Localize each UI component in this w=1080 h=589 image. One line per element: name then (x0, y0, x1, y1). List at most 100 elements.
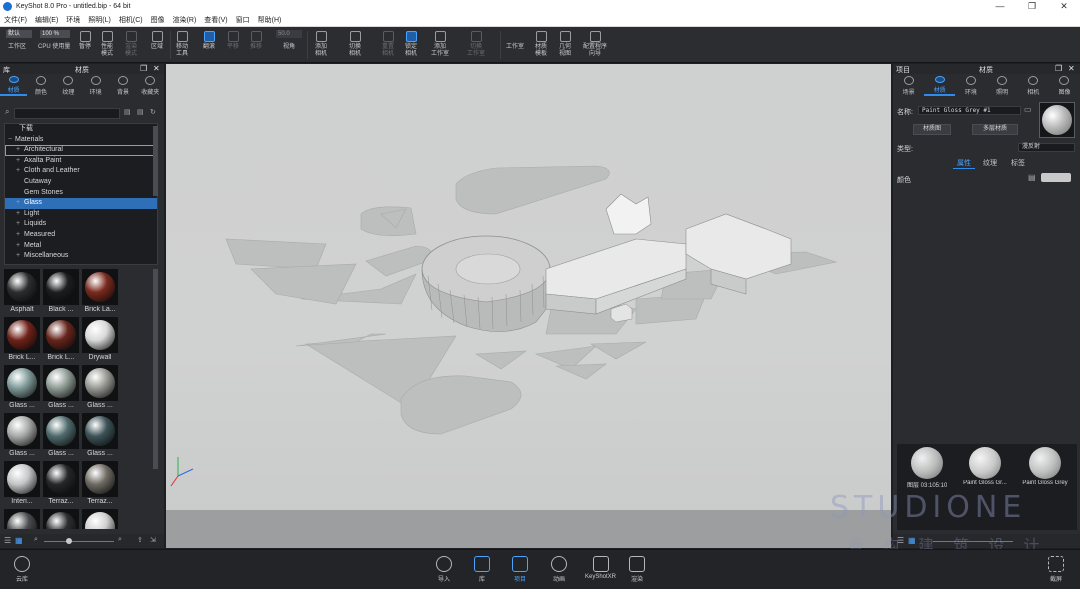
menu-render[interactable]: 渲染(R) (169, 15, 201, 25)
tree-item[interactable]: − Materials (5, 135, 157, 146)
expand-icon[interactable]: + (15, 209, 21, 220)
tab-favorites[interactable]: 收藏夹 (137, 74, 164, 96)
color-picker-icon[interactable]: ▤ (1028, 173, 1036, 182)
cloud-library-button[interactable]: 云库 (14, 556, 30, 583)
render-viewport[interactable] (166, 64, 891, 548)
material-thumbnail[interactable]: Asphalt (4, 269, 40, 313)
tumble-button[interactable]: 翻滚 (203, 31, 215, 51)
maximize-button[interactable]: ❐ (1016, 1, 1048, 12)
add-camera-button[interactable]: 添加 相机 (315, 31, 327, 58)
tree-item[interactable]: + Architectural (5, 145, 157, 156)
expand-icon[interactable]: + (15, 156, 21, 167)
tree-item[interactable]: Cutaway (5, 177, 157, 188)
new-folder-icon[interactable]: ▤ (137, 108, 144, 116)
performance-mode-button[interactable]: 性能 模式 (101, 31, 113, 58)
expand-icon[interactable]: + (15, 230, 21, 241)
material-thumbnail[interactable]: Drywall (82, 317, 118, 361)
tab-material[interactable]: 材质 (924, 74, 956, 96)
geometry-view-button[interactable]: 几何 视图 (559, 31, 571, 58)
subtab-textures[interactable]: 纹理 (983, 158, 997, 168)
material-thumbnail[interactable]: Glass ... (43, 365, 79, 409)
material-graph-button[interactable]: 材质图 (913, 124, 951, 135)
zoom-field[interactable]: 100 % (40, 30, 70, 38)
cpu-usage-button[interactable]: CPU 使用量 (38, 44, 70, 51)
tree-item[interactable]: + Glass (5, 198, 157, 209)
tab-backplates[interactable]: 背景 (109, 74, 136, 96)
material-thumbnail[interactable]: Glass ... (4, 413, 40, 457)
tree-item[interactable]: + Axalta Paint (5, 156, 157, 167)
close-icon[interactable]: ✕ (153, 64, 160, 73)
tab-colors[interactable]: 颜色 (27, 74, 54, 96)
list-view-icon[interactable]: ☰ (4, 536, 11, 545)
material-thumbnail[interactable]: Glass ... (82, 413, 118, 457)
tree-item[interactable]: + Cloth and Leather (5, 166, 157, 177)
thumbnail-size-slider[interactable] (44, 541, 114, 542)
material-thumbnail[interactable]: Terraz... (43, 461, 79, 505)
switch-studio-button[interactable]: 切换 工作室 (467, 31, 485, 58)
screenshot-button[interactable]: 截屏 (1048, 556, 1064, 583)
import-button[interactable]: 导入 (436, 556, 452, 583)
material-thumbnail[interactable]: Glass ... (4, 365, 40, 409)
move-tool-button[interactable]: 移动 工具 (176, 31, 188, 58)
scene-material-item[interactable]: Paint Gloss Grey (1017, 447, 1073, 486)
menu-image[interactable]: 图像 (147, 15, 169, 25)
switch-camera-button[interactable]: 切换 相机 (349, 31, 361, 58)
tree-item[interactable]: 下载 (5, 124, 157, 135)
material-thumbnail[interactable]: Black ... (43, 269, 79, 313)
material-thumbnail[interactable]: Terraz... (82, 461, 118, 505)
tree-item[interactable]: + Measured (5, 230, 157, 241)
material-thumbnail[interactable] (82, 509, 118, 529)
zoom-out-icon[interactable]: ⌕ (34, 536, 38, 544)
material-thumbnail[interactable] (4, 509, 40, 529)
thumbnail-scrollbar[interactable] (153, 269, 158, 469)
material-name-field[interactable]: Paint Gloss Grey #1 (918, 106, 1021, 115)
color-swatch[interactable] (1041, 173, 1071, 182)
material-preview[interactable] (1039, 102, 1075, 138)
multi-material-button[interactable]: 多层材质 (972, 124, 1018, 135)
tab-lighting[interactable]: 照明 (987, 74, 1018, 96)
refresh-icon[interactable]: ↻ (150, 108, 156, 116)
expand-icon[interactable]: + (15, 145, 21, 156)
tab-environments[interactable]: 环境 (82, 74, 109, 96)
expand-icon[interactable]: + (15, 198, 21, 209)
scene-material-item[interactable]: Paint Gloss Gr... (963, 447, 1007, 486)
region-button[interactable]: 区域 (151, 31, 163, 51)
scene-material-item[interactable]: 图层 03:105:10... (907, 447, 947, 489)
subtab-labels[interactable]: 标签 (1011, 158, 1025, 168)
studio-button[interactable]: 工作室 (506, 44, 524, 51)
material-thumbnail[interactable]: Glass ... (82, 365, 118, 409)
menu-lighting[interactable]: 照明(L) (84, 15, 115, 25)
material-thumbnail[interactable]: Glass ... (43, 413, 79, 457)
preset-select[interactable]: 默认 (6, 30, 32, 38)
configurator-wizard-button[interactable]: 配置程序 向导 (583, 31, 607, 58)
upload-icon[interactable]: ⇪ (137, 536, 143, 544)
material-template-button[interactable]: 材质 模板 (535, 31, 547, 58)
menu-view[interactable]: 查看(V) (200, 15, 231, 25)
tab-scene[interactable]: 场景 (893, 74, 924, 96)
subtab-properties[interactable]: 属性 (953, 158, 975, 169)
float-icon[interactable]: ❐ (1055, 64, 1062, 73)
grid-view-icon[interactable]: ▦ (15, 536, 23, 545)
menu-window[interactable]: 窗口 (232, 15, 254, 25)
expand-icon[interactable]: + (15, 166, 21, 177)
material-thumbnail[interactable] (43, 509, 79, 529)
tree-item[interactable]: + Miscellaneous (5, 251, 157, 262)
project-button[interactable]: 项目 (512, 556, 528, 583)
material-type-select[interactable]: 漫反射 (1018, 143, 1075, 152)
lock-camera-button[interactable]: 锁定 相机 (405, 31, 417, 58)
material-thumbnail[interactable]: Brick La... (82, 269, 118, 313)
folder-icon[interactable]: ▤ (124, 108, 131, 116)
add-studio-button[interactable]: 添加 工作室 (431, 31, 449, 58)
expand-icon[interactable]: + (15, 251, 21, 262)
zoom-in-icon[interactable]: ⌕ (118, 536, 122, 544)
close-button[interactable]: ✕ (1048, 1, 1080, 12)
material-thumbnail[interactable]: Interi... (4, 461, 40, 505)
library-button[interactable]: 库 (474, 556, 490, 583)
tree-item[interactable]: + Metal (5, 241, 157, 252)
tab-textures[interactable]: 纹理 (55, 74, 82, 96)
tree-item[interactable]: + Light (5, 209, 157, 220)
slider-handle[interactable] (66, 538, 72, 544)
pan-button[interactable]: 平移 (227, 31, 239, 51)
tree-scrollbar[interactable] (153, 126, 158, 196)
tab-camera[interactable]: 相机 (1018, 74, 1049, 96)
